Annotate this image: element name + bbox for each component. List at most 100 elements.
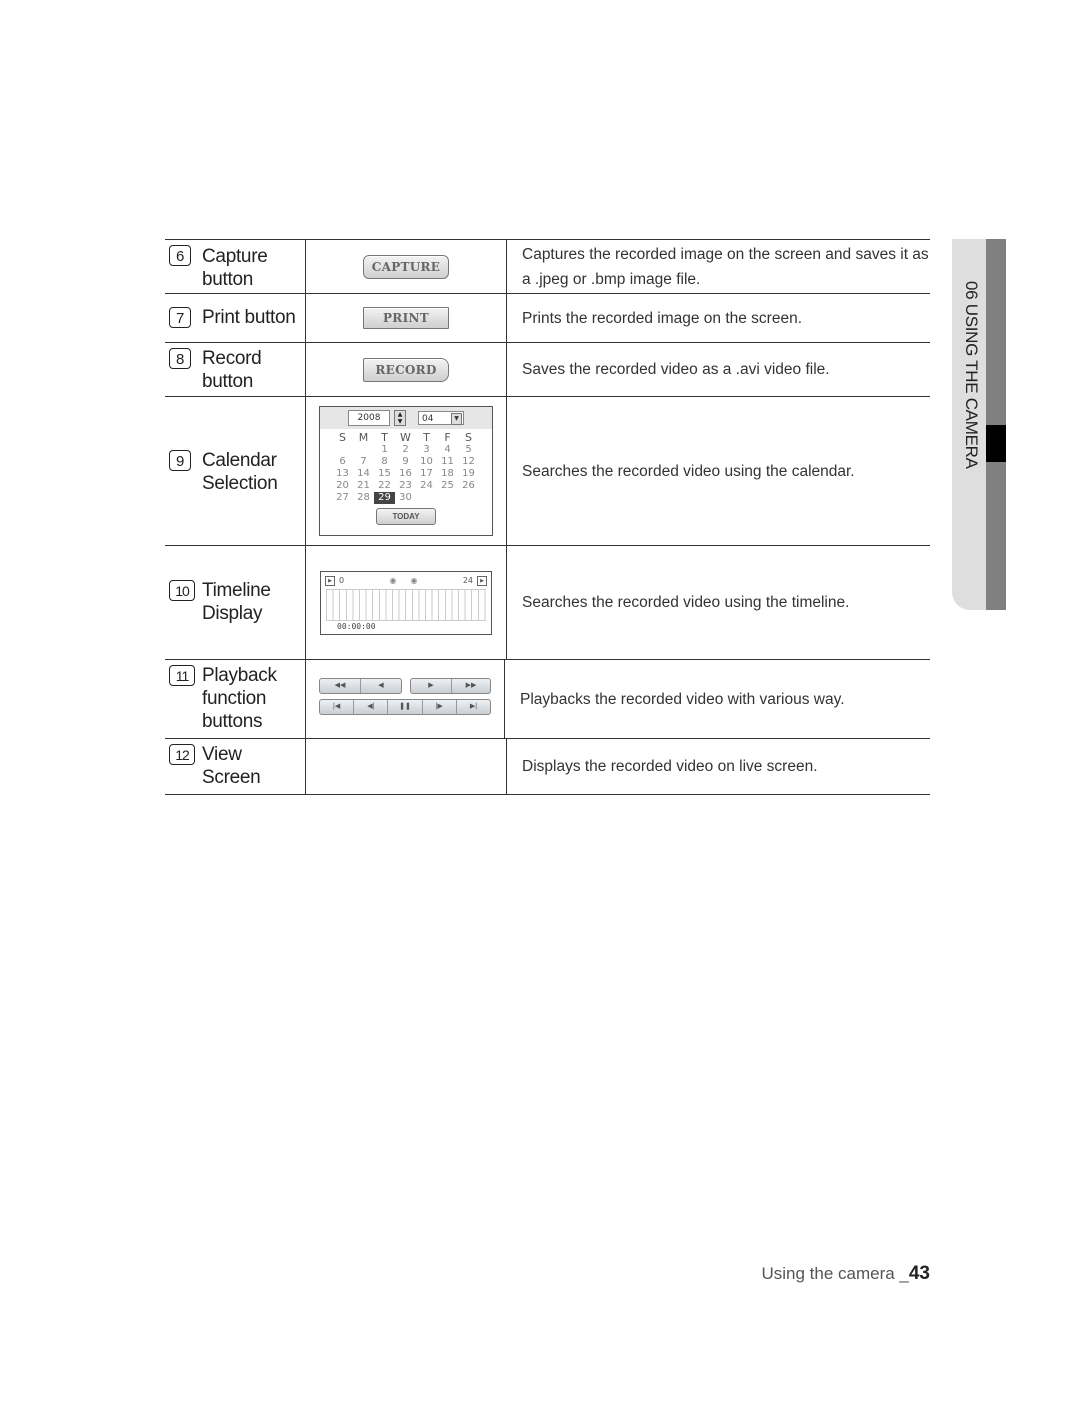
table-row: 6 Capture button CAPTURE Captures the rec… — [165, 240, 930, 294]
item-description: Searches the recorded video using the ca… — [522, 462, 855, 480]
item-number: 6 — [169, 245, 191, 266]
timeline-bar[interactable] — [326, 588, 486, 621]
calendar-empty — [353, 444, 374, 456]
calendar-day[interactable]: 9 — [395, 456, 416, 468]
calendar-day[interactable]: 10 — [416, 456, 437, 468]
calendar-day[interactable]: 17 — [416, 468, 437, 480]
calendar-day[interactable]: 15 — [374, 468, 395, 480]
timeline-widget: ▶ 0 ◉ ◉ 24 ▶ 00:00:00 — [320, 570, 492, 635]
calendar-day[interactable]: 27 — [332, 492, 353, 504]
calendar-day[interactable]: 21 — [353, 480, 374, 492]
item-label: Record button — [202, 348, 262, 392]
timeline-time: 00:00:00 — [337, 621, 376, 631]
calendar-day[interactable]: 28 — [353, 492, 374, 504]
item-label: Print button — [202, 307, 296, 328]
calendar-widget: 2008 ▲ ▼ 04 ▼ S M T W T F S 1 2 3 4 5 6 7 8 9 10 11 12 13 14 15… — [319, 406, 493, 536]
chapter-title: 06 USING THE CAMERA — [962, 281, 981, 469]
calendar-day[interactable]: 11 — [437, 456, 458, 468]
calendar-day[interactable]: 14 — [353, 468, 374, 480]
calendar-day[interactable]: 26 — [458, 480, 479, 492]
calendar-day[interactable]: 7 — [353, 456, 374, 468]
weekday-header: W — [400, 431, 411, 444]
item-description: Saves the recorded video as a .avi video… — [522, 361, 830, 378]
play-icon[interactable]: ▶ — [411, 679, 452, 693]
record-button[interactable]: RECORD — [363, 357, 449, 382]
item-number: 12 — [169, 744, 195, 765]
year-field[interactable]: 2008 — [348, 410, 390, 426]
item-number: 11 — [169, 665, 195, 686]
table-row: 10 Timeline Display ▶ 0 ◉ ◉ 24 ▶ 00:00:00 Se… — [165, 546, 930, 660]
month-select[interactable]: 04 ▼ — [418, 411, 464, 425]
weekday-header: T — [381, 431, 388, 444]
calendar-day[interactable]: 19 — [458, 468, 479, 480]
reverse-play-icon[interactable]: ◀ — [361, 679, 401, 693]
item-number: 8 — [169, 348, 191, 369]
item-number: 10 — [169, 580, 195, 601]
capture-button[interactable]: CAPTURE — [363, 254, 449, 279]
calendar-day[interactable]: 18 — [437, 468, 458, 480]
page-number: 43 — [908, 1263, 930, 1284]
timeline-start: 0 — [339, 576, 345, 585]
table-row: 8 Record button RECORD Saves the recorded… — [165, 343, 930, 397]
zoom-in-icon[interactable]: ◉ — [389, 576, 396, 585]
item-label: Calendar Selection — [202, 450, 278, 494]
skip-end-icon[interactable]: ▶| — [457, 700, 490, 714]
timeline-next-icon[interactable]: ▶ — [477, 575, 487, 586]
pause-icon[interactable]: ❚❚ — [388, 700, 423, 714]
calendar-day[interactable]: 29 — [374, 492, 395, 504]
calendar-day[interactable]: 24 — [416, 480, 437, 492]
chapter-tab: 06 USING THE CAMERA — [952, 239, 1006, 610]
calendar-empty — [332, 444, 353, 456]
item-description: Searches the recorded video using the ti… — [522, 594, 850, 611]
year-spinner[interactable]: ▲ ▼ — [394, 410, 406, 426]
calendar-day[interactable]: 22 — [374, 480, 395, 492]
weekday-header: S — [339, 431, 346, 444]
timeline-end: 24 — [462, 576, 473, 585]
calendar-day[interactable]: 8 — [374, 456, 395, 468]
weekday-header: F — [444, 431, 451, 444]
calendar-day[interactable]: 12 — [458, 456, 479, 468]
calendar-day[interactable]: 1 — [374, 444, 395, 456]
today-button[interactable]: TODAY — [376, 508, 436, 525]
footer-text: Using the camera _ — [761, 1264, 909, 1283]
table-row: 9 Calendar Selection 2008 ▲ ▼ 04 ▼ SMTWTFS1… — [165, 397, 930, 546]
weekday-header: M — [358, 431, 369, 444]
calendar-day[interactable]: 4 — [437, 444, 458, 456]
calendar-day[interactable]: 2 — [395, 444, 416, 456]
calendar-grid: S M T W T F S 1 2 3 4 5 6 7 8 9 10 11 12 13 14 15 16 17 18 19 20 21… — [332, 432, 492, 504]
item-label: Capture button — [202, 246, 268, 290]
calendar-day[interactable]: 16 — [395, 468, 416, 480]
step-forward-icon[interactable]: |▶ — [423, 700, 457, 714]
zoom-out-icon[interactable]: ◉ — [410, 576, 417, 585]
calendar-day[interactable]: 25 — [437, 480, 458, 492]
calendar-day[interactable]: 13 — [332, 468, 353, 480]
item-description: Prints the recorded image on the screen. — [522, 309, 803, 327]
playback-controls: ◀◀ ◀ ▶ ▶▶ |◀ ◀| ❚❚ |▶ ▶| — [319, 676, 491, 717]
spin-up-icon: ▲ — [397, 411, 403, 418]
item-description: Displays the recorded video on live scre… — [522, 758, 818, 775]
page-footer: Using the camera _43 — [761, 1263, 930, 1285]
item-description: Playbacks the recorded video with variou… — [520, 690, 845, 708]
calendar-day[interactable]: 5 — [458, 444, 479, 456]
step-back-icon[interactable]: ◀| — [354, 700, 389, 714]
table-row: 12 View Screen Displays the recorded vide… — [165, 739, 930, 795]
print-button[interactable]: PRINT — [363, 307, 449, 329]
timeline-prev-icon[interactable]: ▶ — [325, 575, 335, 586]
month-value: 04 — [422, 414, 434, 424]
rewind-icon[interactable]: ◀◀ — [320, 679, 361, 693]
table-row: 11 Playback function buttons ◀◀ ◀ ▶ ▶▶ |◀ — [165, 660, 930, 739]
calendar-day[interactable]: 3 — [416, 444, 437, 456]
calendar-day[interactable]: 30 — [395, 492, 416, 504]
feature-table: 6 Capture button CAPTURE Captures the rec… — [165, 239, 930, 795]
calendar-day[interactable]: 6 — [332, 456, 353, 468]
item-number: 7 — [169, 307, 191, 328]
calendar-day[interactable]: 20 — [332, 480, 353, 492]
item-label: View Screen — [202, 744, 261, 788]
skip-start-icon[interactable]: |◀ — [320, 700, 355, 714]
dropdown-arrow-icon: ▼ — [451, 413, 462, 425]
calendar-day[interactable]: 23 — [395, 480, 416, 492]
fast-forward-icon[interactable]: ▶▶ — [452, 679, 490, 693]
weekday-header: T — [423, 431, 430, 444]
spin-down-icon: ▼ — [397, 418, 403, 425]
chapter-marker — [986, 425, 1006, 462]
